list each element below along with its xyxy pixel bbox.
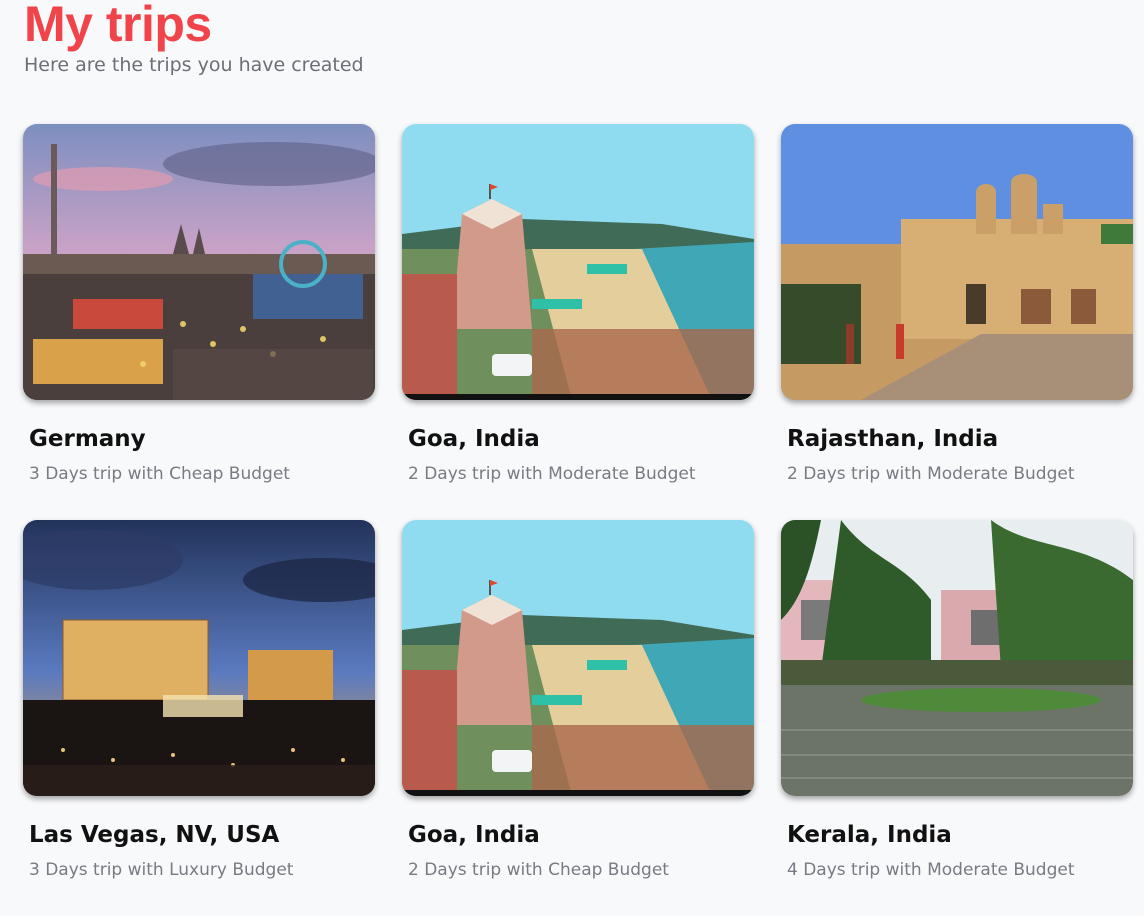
trip-destination: Kerala, India: [787, 822, 952, 848]
trip-card[interactable]: Germany 3 Days trip with Cheap Budget: [23, 124, 375, 520]
trip-summary: 2 Days trip with Moderate Budget: [787, 464, 1075, 484]
trip-summary: 2 Days trip with Cheap Budget: [408, 860, 669, 880]
trip-summary: 3 Days trip with Luxury Budget: [29, 860, 294, 880]
trip-image[interactable]: [781, 124, 1133, 400]
trip-destination: Rajasthan, India: [787, 426, 999, 452]
trip-image[interactable]: [402, 124, 754, 400]
trip-image[interactable]: [23, 124, 375, 400]
trip-summary: 2 Days trip with Moderate Budget: [408, 464, 696, 484]
trip-summary: 3 Days trip with Cheap Budget: [29, 464, 290, 484]
trips-grid: Germany 3 Days trip with Cheap Budget Go…: [23, 124, 1133, 916]
trip-card[interactable]: Goa, India 2 Days trip with Moderate Bud…: [402, 124, 754, 520]
page-title: My trips: [24, 0, 212, 52]
trip-card[interactable]: Kerala, India 4 Days trip with Moderate …: [781, 520, 1133, 916]
trip-image[interactable]: [23, 520, 375, 796]
trip-destination: Goa, India: [408, 426, 540, 452]
trip-image[interactable]: [402, 520, 754, 796]
trip-summary: 4 Days trip with Moderate Budget: [787, 860, 1075, 880]
trip-image[interactable]: [781, 520, 1133, 796]
trip-destination: Goa, India: [408, 822, 540, 848]
trip-card[interactable]: Goa, India 2 Days trip with Cheap Budget: [402, 520, 754, 916]
page-subtitle: Here are the trips you have created: [24, 54, 364, 76]
trip-card[interactable]: Rajasthan, India 2 Days trip with Modera…: [781, 124, 1133, 520]
trip-destination: Germany: [29, 426, 146, 452]
trip-destination: Las Vegas, NV, USA: [29, 822, 280, 848]
trip-card[interactable]: Las Vegas, NV, USA 3 Days trip with Luxu…: [23, 520, 375, 916]
